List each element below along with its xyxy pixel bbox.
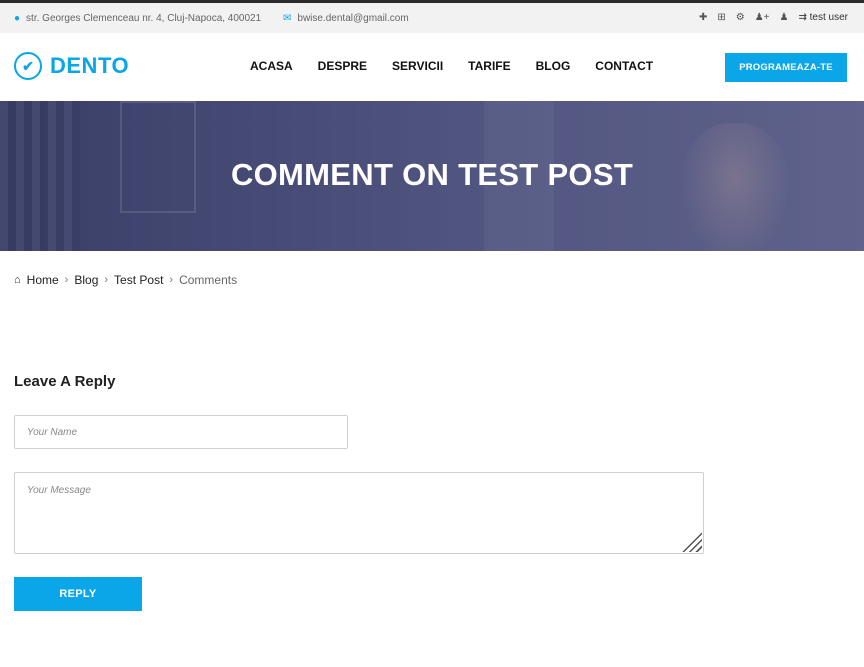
topbar: ● str. Georges Clemenceau nr. 4, Cluj-Na…	[0, 3, 864, 33]
chevron-right-icon: ›	[64, 274, 69, 286]
nav-item-contact[interactable]: CONTACT	[595, 59, 653, 73]
logout-link[interactable]: ⇉ test user	[798, 12, 848, 23]
breadcrumb-blog[interactable]: Blog	[74, 273, 98, 287]
plus-icon[interactable]: ✚	[699, 12, 707, 23]
form-title: Leave A Reply	[14, 373, 116, 390]
message-input[interactable]	[14, 472, 704, 554]
breadcrumb-home[interactable]: Home	[27, 273, 59, 287]
dashboard-icon[interactable]: ⊞	[717, 12, 725, 23]
logo[interactable]: ✔ DENTO	[14, 52, 129, 80]
name-input[interactable]	[14, 415, 348, 449]
add-user-icon[interactable]: ♟+	[755, 12, 770, 23]
nav-item-despre[interactable]: DESPRE	[318, 59, 367, 73]
book-appointment-button[interactable]: PROGRAMEAZA-TE	[725, 53, 847, 82]
chevron-right-icon: ›	[104, 274, 109, 286]
home-icon: ⌂	[14, 274, 21, 286]
page-title: COMMENT ON TEST POST	[230, 157, 634, 192]
email-text[interactable]: bwise.dental@gmail.com	[297, 13, 408, 24]
main-nav: ACASA DESPRE SERVICII TARIFE BLOG CONTAC…	[250, 59, 653, 73]
nav-item-blog[interactable]: BLOG	[536, 59, 571, 73]
nav-item-servicii[interactable]: SERVICII	[392, 59, 443, 73]
nav-item-acasa[interactable]: ACASA	[250, 59, 293, 73]
logout-icon: ⇉	[798, 12, 807, 23]
email-info[interactable]: ✉ bwise.dental@gmail.com	[283, 13, 409, 24]
address-info: ● str. Georges Clemenceau nr. 4, Cluj-Na…	[14, 13, 261, 24]
chevron-right-icon: ›	[169, 274, 174, 286]
resize-handle[interactable]	[680, 530, 702, 552]
reply-button[interactable]: REPLY	[14, 577, 142, 611]
breadcrumb: ⌂ Home › Blog › Test Post › Comments	[14, 273, 237, 287]
envelope-icon: ✉	[283, 13, 292, 24]
address-text: str. Georges Clemenceau nr. 4, Cluj-Napo…	[26, 13, 262, 24]
breadcrumb-post[interactable]: Test Post	[114, 273, 163, 287]
map-pin-icon: ●	[14, 13, 21, 24]
brand-name: DENTO	[50, 53, 130, 78]
tooth-icon: ✔	[14, 52, 42, 80]
nav-item-tarife[interactable]: TARIFE	[468, 59, 510, 73]
breadcrumb-current: Comments	[179, 273, 238, 287]
user-icon[interactable]: ♟	[780, 12, 789, 23]
page-hero: COMMENT ON TEST POST	[0, 101, 864, 251]
topbar-actions: ✚ ⊞ ⚙ ♟+ ♟ ⇉ test user	[699, 12, 848, 23]
gear-icon[interactable]: ⚙	[736, 12, 745, 23]
username-label: test user	[809, 12, 848, 23]
